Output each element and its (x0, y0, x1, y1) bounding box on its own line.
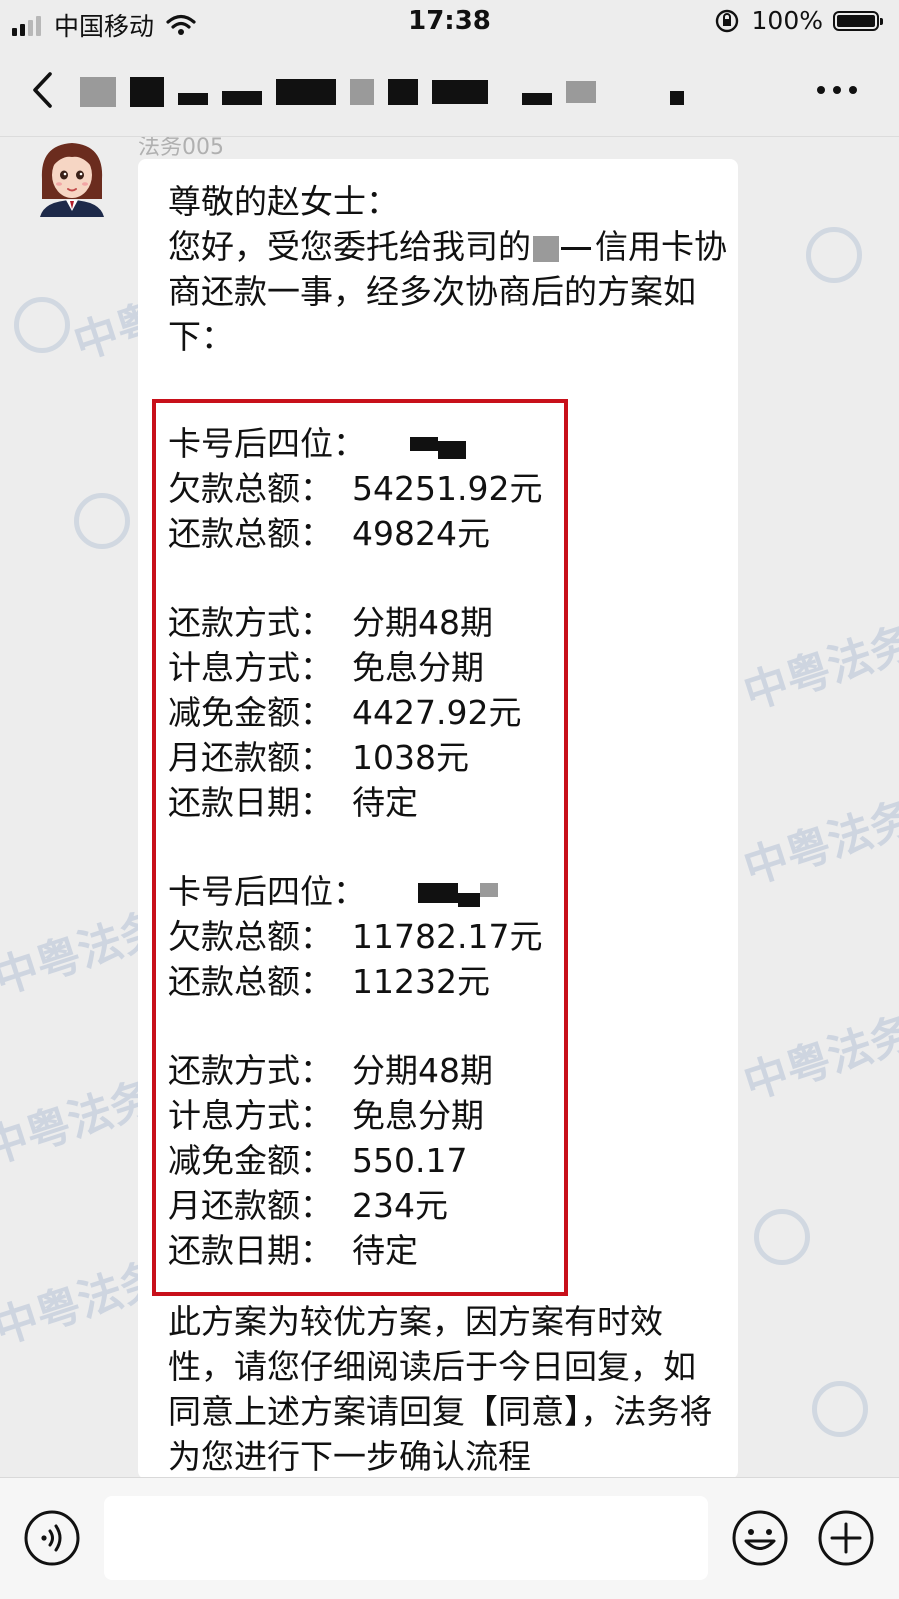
reduction-amount-value: 4427.92元 (352, 693, 522, 732)
interest-method-value: 免息分期 (352, 648, 484, 687)
debt-total-row: 欠款总额： 54251.92元 (168, 466, 568, 511)
greeting-text: 尊敬的赵女士： (168, 182, 399, 221)
redaction-block (522, 93, 552, 105)
reduction-amount-row: 减免金额： 550.17 (168, 1138, 568, 1183)
debt-total-row: 欠款总额： 11782.17元 (168, 914, 568, 959)
watermark-seal-icon (14, 297, 70, 353)
bank-name-redaction (533, 235, 559, 262)
debt-total-value: 54251.92元 (352, 469, 543, 508)
card-number-row: 卡号后四位： (168, 869, 568, 914)
watermark-seal-icon (754, 1209, 810, 1265)
nav-bar (0, 44, 899, 137)
card-number-label: 卡号后四位： (168, 872, 366, 911)
status-right: 100% (714, 6, 883, 35)
emoji-icon[interactable] (730, 1508, 790, 1568)
repay-date-value: 待定 (352, 783, 418, 822)
repay-method-row: 还款方式： 分期48期 (168, 600, 568, 645)
repay-method-value: 分期48期 (352, 1051, 493, 1090)
message-bubble[interactable]: 尊敬的赵女士： 您好，受您委托给我司的 信用卡协商还款一事，经多次协商后的方案如下… (138, 159, 738, 1477)
repay-total-value: 11232元 (352, 962, 490, 1001)
redaction-block (350, 79, 374, 105)
message-input[interactable] (104, 1496, 708, 1580)
watermark-text: 中粤法务 (737, 791, 899, 895)
debt-total-value: 11782.17元 (352, 917, 543, 956)
card-number-label: 卡号后四位： (168, 424, 366, 463)
repay-method-row: 还款方式： 分期48期 (168, 1048, 568, 1093)
reduction-amount-row: 减免金额： 4427.92元 (168, 690, 568, 735)
reduction-amount-value: 550.17 (352, 1141, 468, 1180)
redaction-block (178, 93, 208, 105)
closing-text: 此方案为较优方案，因方案有时效性，请您仔细阅读后于今日回复，如同意上述方案请回复… (168, 1302, 713, 1476)
interest-method-row: 计息方式： 免息分期 (168, 1093, 568, 1138)
add-attachment-icon[interactable] (816, 1508, 876, 1568)
card-number-row: 卡号后四位： (168, 421, 568, 466)
interest-method-row: 计息方式： 免息分期 (168, 645, 568, 690)
back-chevron-icon[interactable] (28, 70, 58, 110)
watermark-seal-icon (74, 493, 130, 549)
card-number-redaction (418, 883, 458, 903)
chat-title-redacted (80, 74, 698, 110)
battery-icon (833, 10, 883, 31)
repay-total-row: 还款总额： 49824元 (168, 511, 568, 556)
card-number-redaction (438, 441, 466, 459)
repay-method-value: 分期48期 (352, 603, 493, 642)
redaction-block (432, 80, 488, 104)
redaction-block (80, 77, 116, 107)
more-options-icon[interactable] (815, 84, 859, 96)
plan-details: 卡号后四位： 欠款总额： 54251.92元 还款总额： 49824元 还款方式：分… (168, 421, 568, 1273)
battery-percent: 100% (751, 6, 823, 35)
redaction-block (276, 79, 336, 105)
watermark-text: 中粤法务 (737, 1006, 899, 1110)
repay-date-value: 待定 (352, 1231, 418, 1270)
message-intro: 尊敬的赵女士： 您好，受您委托给我司的 信用卡协商还款一事，经多次协商后的方案如下… (168, 179, 728, 359)
monthly-payment-row: 月还款额： 1038元 (168, 735, 568, 780)
redaction-block (388, 79, 418, 105)
chat-area[interactable]: 中粤法务 中粤法务 中粤法务 中粤法务 中粤法务 中粤法务 中粤法务 法务005 (0, 137, 899, 1477)
repay-total-row: 还款总额： 11232元 (168, 959, 568, 1004)
repay-total-value: 49824元 (352, 514, 490, 553)
watermark-text: 中粤法务 (737, 616, 899, 720)
card-number-redaction (458, 893, 480, 907)
card-number-redaction (410, 437, 438, 451)
watermark-seal-icon (812, 1381, 868, 1437)
card-number-redaction (480, 883, 498, 897)
interest-method-value: 免息分期 (352, 1096, 484, 1135)
redaction-block (130, 77, 164, 107)
chat-screen: 中国移动 17:38 100% 中粤法务 中粤法务 中粤法务 中粤法务 中粤法务… (0, 0, 899, 1599)
voice-input-icon[interactable] (22, 1508, 82, 1568)
monthly-payment-value: 1038元 (352, 738, 469, 777)
watermark-seal-icon (806, 227, 862, 283)
input-bar (0, 1477, 899, 1599)
monthly-payment-value: 234元 (352, 1186, 448, 1225)
redaction-block (222, 91, 262, 105)
repay-date-row: 还款日期： 待定 (168, 780, 568, 825)
intro-text: 您好，受您委托给我司的 信用卡协商还款一事，经多次协商后的方案如下： (168, 224, 728, 359)
intro-prefix: 您好，受您委托给我司的 (168, 227, 531, 266)
redaction-block (670, 91, 684, 105)
repay-date-row: 还款日期： 待定 (168, 1228, 568, 1273)
sender-name: 法务005 (138, 137, 224, 160)
monthly-payment-row: 月还款额： 234元 (168, 1183, 568, 1228)
rotation-lock-icon (715, 9, 738, 32)
redaction-block (566, 81, 596, 103)
status-bar: 中国移动 17:38 100% (0, 0, 899, 44)
sender-avatar[interactable] (36, 137, 108, 217)
bank-name-redaction (561, 247, 591, 250)
